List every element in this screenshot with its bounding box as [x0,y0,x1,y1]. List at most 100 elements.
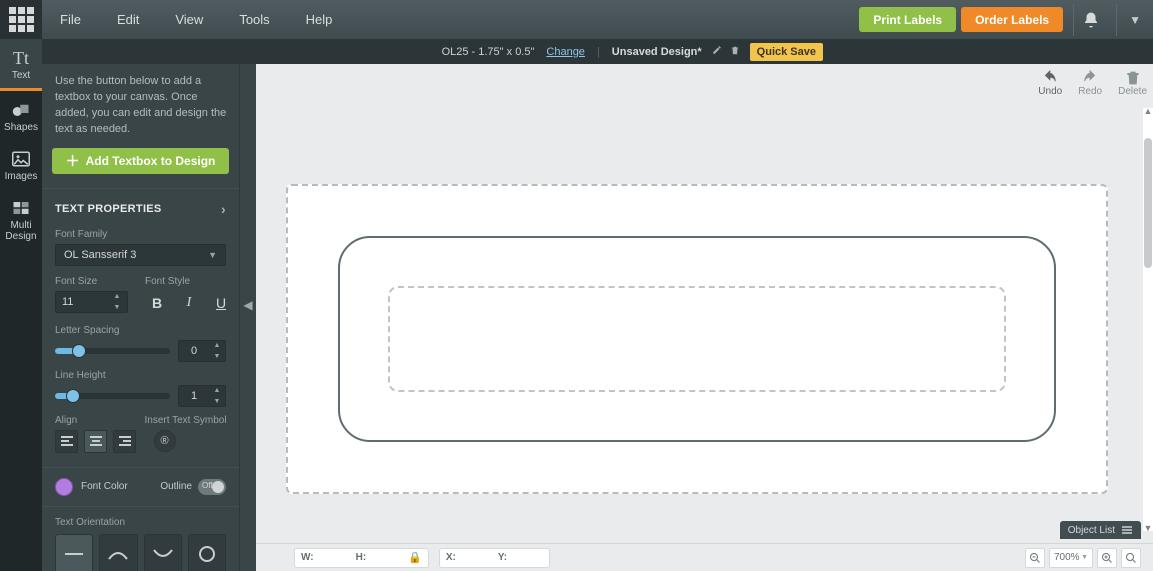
properties-panel: Use the button below to add a textbox to… [42,39,239,571]
stepper-up-icon[interactable]: ▲ [209,340,225,351]
rail-text[interactable]: Tt Text [0,39,42,91]
orient-circle-button[interactable] [188,534,226,571]
italic-button[interactable]: I [177,291,201,315]
rail-label: Images [5,171,38,182]
font-family-value: OL Sansserif 3 [64,249,136,261]
lock-aspect-icon[interactable]: 🔒 [408,551,422,564]
font-size-label: Font Size [42,274,141,291]
font-style-label: Font Style [141,274,239,291]
stepper-down-icon[interactable]: ▼ [108,302,126,313]
font-color-label: Font Color [81,481,128,492]
font-size-input[interactable]: ▲▼ [55,291,128,313]
text-properties-header[interactable]: TEXT PROPERTIES › [42,189,239,227]
orient-arch-up-button[interactable] [99,534,137,571]
height-label: H: [356,552,367,563]
line-height-label: Line Height [42,368,239,385]
stepper-up-icon[interactable]: ▲ [108,291,126,302]
chevron-down-icon: ▼ [208,250,217,260]
status-bar: OL25 - 1.75" x 0.5" Change | Unsaved Des… [42,39,1153,64]
zoom-level-select[interactable]: 700% ▼ [1049,548,1093,568]
orient-arch-down-button[interactable] [144,534,182,571]
change-template-link[interactable]: Change [540,46,591,58]
save-status: Unsaved Design* [606,46,708,58]
outline-label: Outline [160,481,192,492]
y-label: Y: [498,552,507,563]
undo-label: Undo [1038,86,1062,97]
line-height-field[interactable] [179,390,209,402]
scrollbar-thumb[interactable] [1144,138,1152,268]
menu-tools[interactable]: Tools [221,12,287,27]
add-textbox-label: Add Textbox to Design [86,154,216,168]
rail-multi-design[interactable]: Multi Design [0,189,42,249]
print-labels-button[interactable]: Print Labels [859,7,956,32]
stepper-up-icon[interactable]: ▲ [209,385,225,396]
x-label: X: [446,552,456,563]
order-labels-button[interactable]: Order Labels [961,7,1063,32]
rail-shapes[interactable]: Shapes [0,91,42,140]
object-list-toggle[interactable]: Object List [1060,521,1141,539]
left-rail: Tt Text Shapes Images Multi Design [0,39,42,571]
zoom-in-button[interactable] [1097,548,1117,568]
rail-images[interactable]: Images [0,140,42,189]
letter-spacing-slider[interactable] [55,341,170,361]
undo-button[interactable]: Undo [1038,70,1062,97]
canvas-workspace: Undo Redo Delete ▲ ▼ Object List [256,64,1153,571]
x-field[interactable] [462,552,492,563]
stepper-down-icon[interactable]: ▼ [209,396,225,407]
menu-help[interactable]: Help [288,12,351,27]
font-size-field[interactable] [56,296,108,308]
position-fields: X: Y: [439,548,550,568]
delete-button[interactable]: Delete [1118,70,1147,97]
outline-toggle[interactable]: Off [198,479,226,495]
template-info: OL25 - 1.75" x 0.5" [436,46,541,58]
stepper-down-icon[interactable]: ▼ [209,351,225,362]
bottom-bar: W: H: 🔒 X: Y: 700% ▼ [256,543,1153,571]
delete-label: Delete [1118,86,1147,97]
rail-label: Shapes [4,122,38,133]
letter-spacing-field[interactable] [179,345,209,357]
collapse-panel-handle[interactable]: ◀ [239,39,256,571]
divider [1073,4,1074,36]
insert-symbol-button[interactable]: ® [154,430,176,452]
menu-file[interactable]: File [42,12,99,27]
width-field[interactable] [320,552,350,563]
account-dropdown[interactable]: ▼ [1117,13,1153,27]
size-fields: W: H: 🔒 [294,548,429,568]
menu-view[interactable]: View [157,12,221,27]
object-list-label: Object List [1068,525,1115,536]
top-bar: File Edit View Tools Help Print Labels O… [0,0,1153,39]
underline-button[interactable]: U [209,291,233,315]
quick-save-button[interactable]: Quick Save [750,43,823,61]
section-title: TEXT PROPERTIES [55,203,162,215]
line-height-slider[interactable] [55,386,170,406]
align-right-button[interactable] [113,430,136,453]
panel-intro: Use the button below to add a textbox to… [42,64,239,148]
label-cut-line [338,236,1056,442]
redo-button[interactable]: Redo [1078,70,1102,97]
font-family-label: Font Family [42,227,239,244]
bold-button[interactable]: B [145,291,169,315]
edit-name-icon[interactable] [708,45,726,58]
notifications-icon[interactable] [1078,7,1104,33]
vertical-scrollbar[interactable]: ▲ ▼ [1143,108,1153,531]
orient-straight-button[interactable] [55,534,93,571]
align-center-button[interactable] [84,430,107,453]
letter-spacing-label: Letter Spacing [42,323,239,340]
zoom-fit-button[interactable] [1121,548,1141,568]
app-grip-icon[interactable] [0,0,42,39]
align-left-button[interactable] [55,430,78,453]
redo-label: Redo [1078,86,1102,97]
text-orientation-label: Text Orientation [42,507,239,532]
main-menu: File Edit View Tools Help [42,0,350,39]
plus-icon: ＋ [66,154,80,168]
zoom-out-button[interactable] [1025,548,1045,568]
align-label: Align [42,413,141,430]
font-color-swatch[interactable] [55,478,73,496]
delete-design-icon[interactable] [726,45,744,59]
add-textbox-button[interactable]: ＋ Add Textbox to Design [52,148,229,174]
y-field[interactable] [513,552,543,563]
font-family-select[interactable]: OL Sansserif 3 ▼ [55,244,226,266]
canvas-artboard[interactable] [286,184,1108,494]
height-field[interactable] [372,552,402,563]
menu-edit[interactable]: Edit [99,12,157,27]
